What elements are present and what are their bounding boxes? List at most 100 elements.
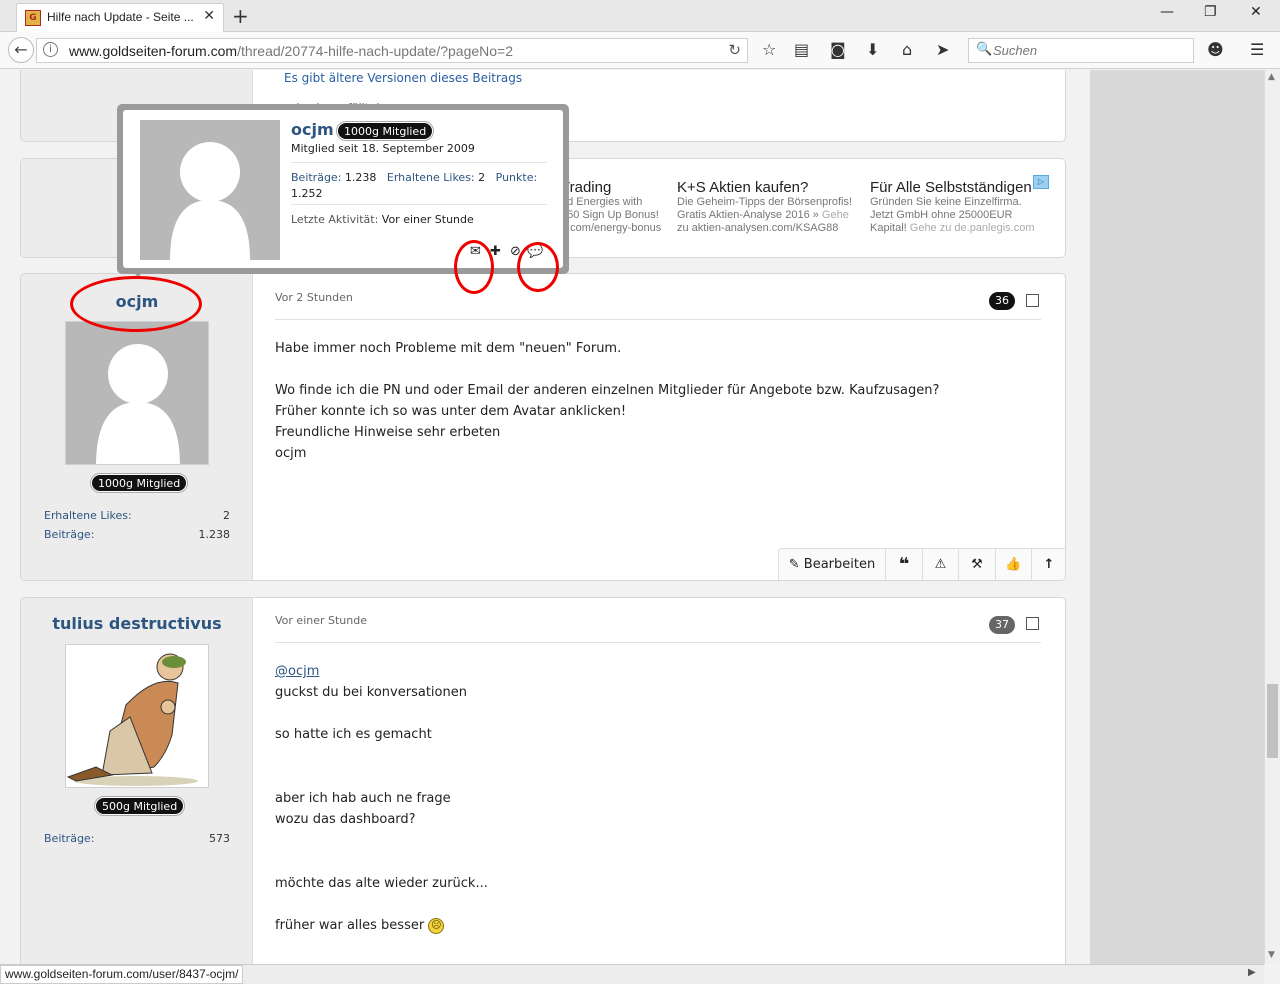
post-time[interactable]: Vor 2 Stunden [275,291,353,304]
popup-username[interactable]: ocjm [291,120,334,139]
activity-label: Letzte Aktivität: [291,213,379,226]
ad-go-link[interactable]: Gehe zu de.panlegis.com [910,222,1035,234]
post-line: Wo finde ich die PN und oder Email der a… [275,383,940,398]
ad-selbststaendige[interactable]: Für Alle Selbstständigen Gründen Sie kei… [870,179,1035,235]
reading-list-icon[interactable]: ▤ [794,40,809,59]
ad-headline[interactable]: Trading [561,179,661,196]
search-box[interactable]: 🔍 [968,38,1194,63]
url-text[interactable]: www.goldseiten-forum.com/thread/20774-hi… [69,43,513,59]
ad-headline[interactable]: Für Alle Selbstständigen [870,179,1035,196]
ad-line: Gratis Aktien-Analyse 2016 » Gehe [677,209,852,222]
pocket-icon[interactable]: ◙ [830,40,846,59]
browser-tab[interactable]: G Hilfe nach Update - Seite ... ✕ [16,3,224,32]
popup-stats: Beiträge: 1.238 Erhaltene Likes: 2 Punkt… [291,170,551,202]
posts-value: 1.238 [344,171,377,184]
member-since: Mitglied seit 18. September 2009 [291,142,475,155]
popup-member-badge: 1000g Mitglied [335,121,435,141]
window-close-icon[interactable]: ✕ [1250,4,1262,20]
vertical-scrollbar[interactable]: ▲ ▼ [1264,70,1280,964]
likes-label: Erhaltene Likes: [44,509,132,522]
ad-line: Jetzt GmbH ohne 25000EUR [870,209,1013,221]
right-gutter [1090,70,1264,964]
scroll-up-icon[interactable]: ▲ [1268,72,1275,82]
navigation-bar: ← i www.goldseiten-forum.com/thread/2077… [0,32,1280,69]
adchoices-icon[interactable]: ▷ [1033,175,1049,189]
annotation-circle-envelope [454,240,494,294]
ad-line: nd Energies with [561,196,643,208]
post-line: früher war alles besser ☹ [275,915,488,936]
search-input[interactable] [993,41,1189,60]
post-37: tulius destructivus 500g Mitglied Beiträ… [20,597,1066,964]
roman-senator-avatar-icon [66,645,208,787]
reload-icon[interactable]: ↻ [728,41,741,59]
home-icon[interactable]: ⌂ [902,40,912,59]
last-activity: Letzte Aktivität: Vor einer Stunde [291,213,474,226]
post-select-checkbox[interactable] [1026,617,1039,630]
quote-icon: ❝ [898,554,910,575]
account-icon[interactable]: ☻ [1207,40,1224,59]
url-host: www.goldseiten-forum.com [69,43,238,59]
likes-label: Erhaltene Likes: [386,171,475,184]
popup-avatar[interactable] [140,120,280,260]
search-icon: 🔍 [976,42,993,57]
post-line: wozu das dashboard? [275,812,416,827]
gavel-icon: ⚒ [971,557,983,572]
restore-icon[interactable]: ❐ [1204,4,1217,20]
post-select-checkbox[interactable] [1026,294,1039,307]
post-line: aber ich hab auch ne frage [275,791,451,806]
scroll-down-icon[interactable]: ▼ [1268,950,1275,960]
post-line: möchte das alte wieder zurück... [275,876,488,891]
menu-icon[interactable]: ☰ [1250,40,1264,59]
page-content: Es gibt ältere Versionen dieses Beitrags… [0,70,1264,964]
posts-label: Beiträge: [44,528,95,541]
post-line-text: früher war alles besser [275,918,425,933]
url-path: /thread/20774-hilfe-nach-update/?pageNo=… [237,43,513,59]
post-line: Freundliche Hinweise sehr erbeten [275,425,501,440]
scroll-right-icon[interactable]: ▶ [1248,967,1256,978]
ad-line: 250 Sign Up Bonus! [561,209,659,221]
author-avatar[interactable] [65,321,209,465]
scroll-top-button[interactable]: ↑ [1032,549,1065,580]
warning-icon: ⚠ [934,557,947,572]
send-icon[interactable]: ➤ [936,40,949,59]
ad-go-link[interactable]: Gehe [822,209,849,221]
member-badge: 500g Mitglied [93,796,186,816]
bookmark-star-icon[interactable]: ☆ [762,40,776,59]
user-popup: ocjm 1000g Mitglied Mitglied seit 18. Se… [117,104,569,277]
ad-line: Die Geheim-Tipps der Börsenprofis! [677,196,853,208]
post-time[interactable]: Vor einer Stunde [275,614,367,627]
arrow-up-icon: ↑ [1043,557,1055,572]
pencil-icon: ✎ [788,557,800,572]
moderate-button[interactable]: ⚒ [959,549,995,580]
annotation-circle-conversation [517,242,559,292]
author-name[interactable]: tulius destructivus [21,614,253,633]
url-bar[interactable]: i www.goldseiten-forum.com/thread/20774-… [36,38,748,63]
post-number[interactable]: 36 [989,292,1015,310]
ad-trading[interactable]: Trading nd Energies with 250 Sign Up Bon… [561,179,661,235]
post-divider [275,319,1041,320]
new-tab-button[interactable]: + [232,4,249,28]
older-versions-link[interactable]: Es gibt ältere Versionen dieses Beitrags [284,71,522,85]
tab-close-icon[interactable]: ✕ [203,8,215,24]
posts-value: 573 [209,832,230,845]
user-popup-body: ocjm 1000g Mitglied Mitglied seit 18. Se… [123,110,563,268]
scrollbar-thumb[interactable] [1267,684,1278,758]
ad-headline[interactable]: K+S Aktien kaufen? [677,179,852,196]
author-avatar[interactable] [65,644,209,788]
quote-button[interactable]: ❝ [886,549,922,580]
site-info-icon[interactable]: i [43,42,58,57]
report-button[interactable]: ⚠ [923,549,958,580]
back-button[interactable]: ← [8,37,34,63]
mention-link[interactable]: @ocjm [275,661,488,682]
ad-ks-aktien[interactable]: K+S Aktien kaufen? Die Geheim-Tipps der … [677,179,852,235]
tab-title: Hilfe nach Update - Seite ... [47,10,194,24]
ad-line: zu aktien-analysen.com/KSAG88 [677,222,839,234]
points-value: 1.252 [291,187,323,200]
ad-line: o.com/energy-bonus [561,222,662,234]
minimize-icon[interactable]: — [1160,4,1174,20]
edit-button[interactable]: ✎ Bearbeiten [779,549,885,580]
like-button[interactable]: 👍 [996,549,1031,580]
download-icon[interactable]: ⬇ [866,40,879,59]
sad-smiley-icon: ☹ [428,917,445,934]
post-number[interactable]: 37 [989,616,1015,634]
